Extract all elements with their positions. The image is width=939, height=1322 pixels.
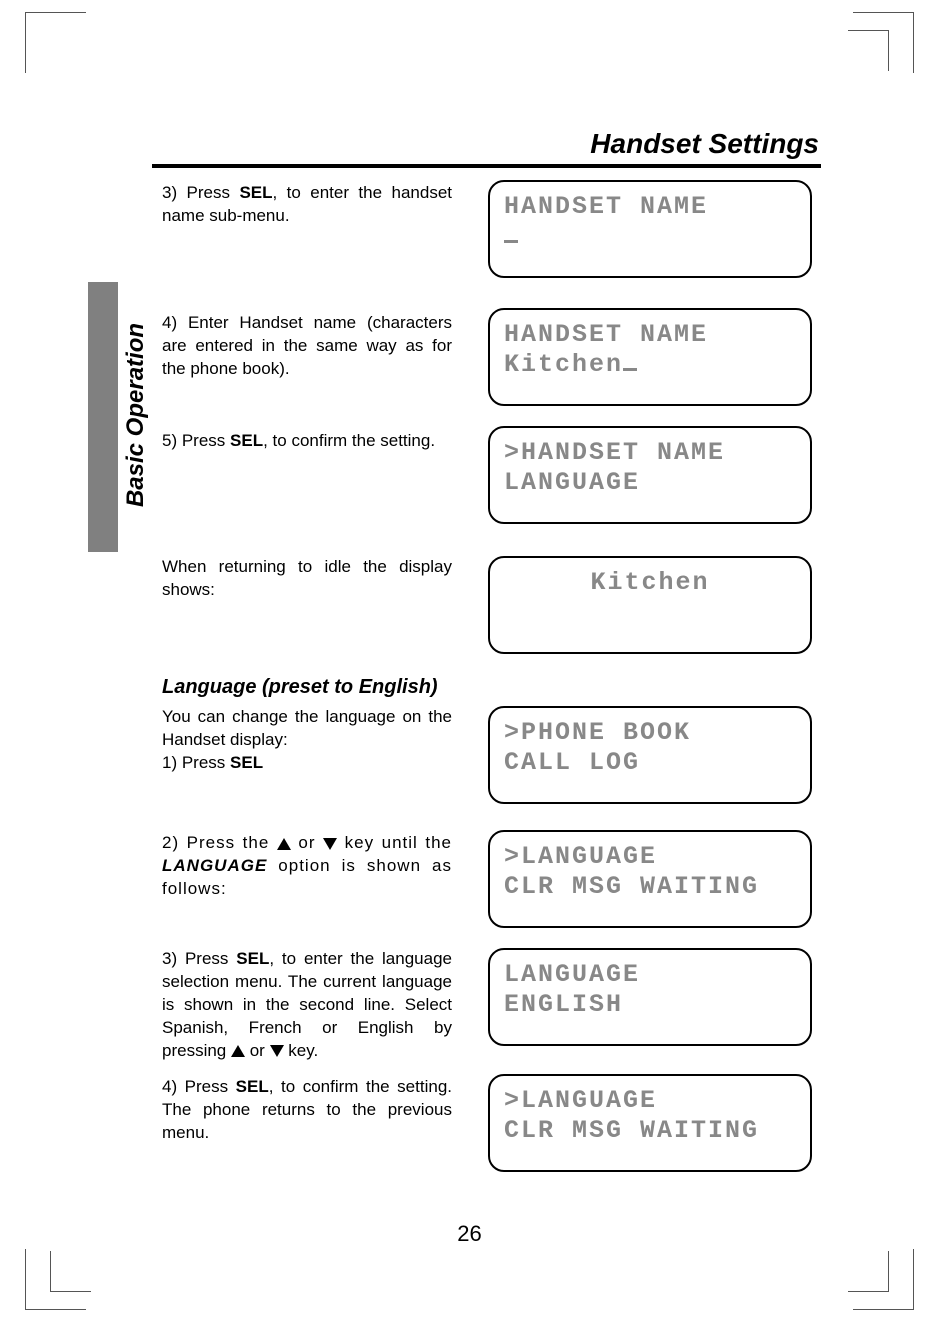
crop-mark: [848, 30, 889, 71]
lcd-line: CALL LOG: [504, 748, 796, 778]
crop-mark: [848, 1251, 889, 1292]
language-heading: Language (preset to English): [162, 676, 438, 699]
lcd-line: Kitchen: [504, 568, 796, 598]
lcd-line: HANDSET NAME: [504, 192, 796, 222]
side-tab: Basic Operation: [110, 290, 162, 540]
lcd-line: >PHONE BOOK: [504, 718, 796, 748]
lcd-display-4: Kitchen: [488, 556, 812, 654]
step-4-text: 4) Enter Handset name (characters are en…: [162, 312, 452, 381]
lcd-line: >LANGUAGE: [504, 1086, 796, 1116]
lcd-line: [504, 222, 796, 252]
lcd-display-6: >LANGUAGE CLR MSG WAITING: [488, 830, 812, 928]
language-step-3: 3) Press SEL, to enter the language sele…: [162, 948, 452, 1063]
lcd-line: LANGUAGE: [504, 468, 796, 498]
lcd-line: LANGUAGE: [504, 960, 796, 990]
arrow-down-icon: [270, 1045, 284, 1057]
lcd-line: Kitchen: [504, 350, 796, 380]
lcd-display-2: HANDSET NAME Kitchen: [488, 308, 812, 406]
lcd-line: ENGLISH: [504, 990, 796, 1020]
language-step-4: 4) Press SEL, to confirm the setting. Th…: [162, 1076, 452, 1145]
lcd-line: >LANGUAGE: [504, 842, 796, 872]
lcd-display-5: >PHONE BOOK CALL LOG: [488, 706, 812, 804]
lcd-line: CLR MSG WAITING: [504, 872, 796, 902]
divider: [152, 164, 821, 168]
step-5-text: 5) Press SEL, to confirm the setting.: [162, 430, 452, 453]
lcd-line: >HANDSET NAME: [504, 438, 796, 468]
lcd-line: CLR MSG WAITING: [504, 1116, 796, 1146]
language-step-2: 2) Press the or key until the LANGUAGE o…: [162, 832, 452, 901]
lcd-display-8: >LANGUAGE CLR MSG WAITING: [488, 1074, 812, 1172]
crop-mark: [50, 1251, 91, 1292]
crop-mark: [25, 12, 86, 73]
page-number: 26: [0, 1221, 939, 1247]
page-title: Handset Settings: [590, 128, 819, 160]
lcd-display-1: HANDSET NAME: [488, 180, 812, 278]
lcd-display-7: LANGUAGE ENGLISH: [488, 948, 812, 1046]
lcd-display-3: >HANDSET NAME LANGUAGE: [488, 426, 812, 524]
lcd-line: HANDSET NAME: [504, 320, 796, 350]
idle-note: When returning to idle the display shows…: [162, 556, 452, 602]
side-tab-label: Basic Operation: [122, 323, 150, 507]
arrow-down-icon: [323, 838, 337, 850]
step-3-text: 3) Press SEL, to enter the handset name …: [162, 182, 452, 228]
language-intro: You can change the language on the Hands…: [162, 706, 452, 775]
arrow-up-icon: [231, 1045, 245, 1057]
arrow-up-icon: [277, 838, 291, 850]
